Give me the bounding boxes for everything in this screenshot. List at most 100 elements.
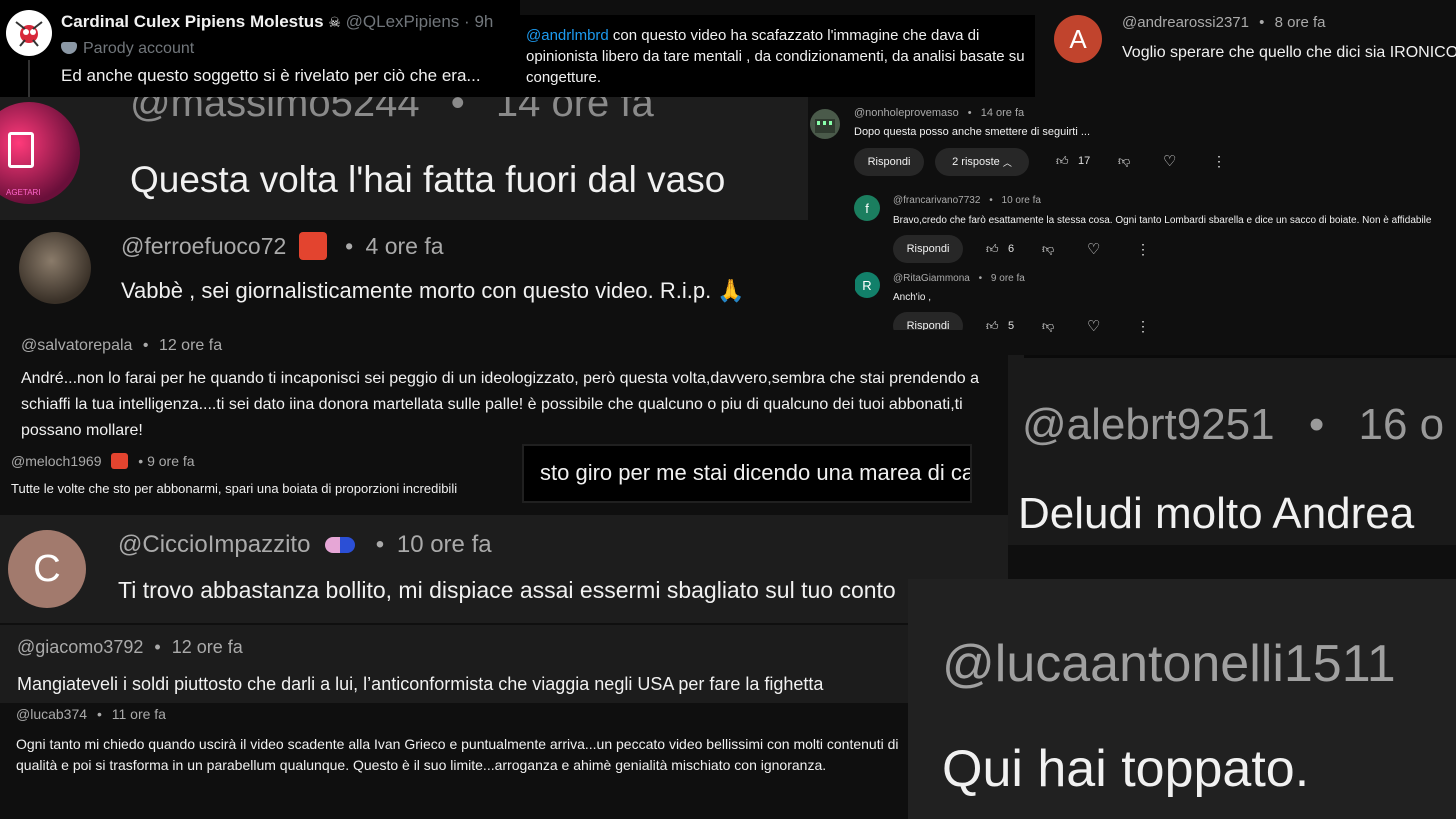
thumbs-up-icon[interactable]: 👍︎ [1056,154,1069,169]
comment-time[interactable]: 14 ore fa [981,107,1024,119]
tweet-text: Ed anche questo soggetto si è rivelato p… [61,66,481,85]
speech-bubbles-icon [325,537,356,553]
comment-salvatore: @salvatorepala • 12 ore fa André...non l… [0,330,1022,442]
separator: • [978,273,983,284]
comment-time[interactable]: 12 ore fa [159,337,222,354]
comment-text: Bravo,credo che farò esattamente la stes… [893,215,1432,226]
comment-handle[interactable]: @lucab374 [16,706,87,722]
comment-massimo: AGETARI @massimo5244 • 14 ore fa Questa … [0,97,808,230]
comment-text: Ogni tanto mi chiedo quando uscirà il vi… [16,736,899,773]
comment-handle[interactable]: @nonholeprovemaso [854,107,959,119]
chevron-up-icon: ︿ [1002,157,1012,168]
comment-time[interactable]: 9 ore fa [991,273,1025,284]
comment-giro: sto giro per me stai dicendo una marea d… [522,444,972,503]
avatar[interactable]: f [854,195,880,221]
parody-badge: Parody account [83,40,195,57]
more-options-icon[interactable]: ⋮ [1212,153,1226,170]
building-icon [815,119,835,133]
comment-handle[interactable]: @RitaGiammona [893,273,970,284]
comment-handle[interactable]: @salvatorepala [21,337,132,354]
comment-handle[interactable]: @ferroefuoco72 [121,233,286,259]
comment-handle[interactable]: @meloch1969 [11,453,102,469]
comment-text: Ti trovo abbastanza bollito, mi dispiace… [118,577,896,603]
comment-thread: @nonholeprovemaso • 14 ore fa Dopo quest… [808,97,1456,353]
reply-button[interactable]: Rispondi [854,148,924,176]
comment-alebrt: @alebrt9251 • 16 o Deludi molto Andrea [1008,355,1456,579]
comment-meloch: @meloch1969 • 9 ore fa Tutte le volte ch… [0,444,520,506]
comment-handle[interactable]: @lucaantonelli1511 [942,634,1396,694]
heart-icon[interactable]: ♡ [1163,152,1176,170]
comment-handle[interactable]: @massimo5244 [130,97,420,125]
avatar[interactable]: C [8,530,86,608]
comment-lucaantonelli: @lucaantonelli1511 Qui hai toppato. [908,579,1456,819]
more-options-icon[interactable]: ⋮ [1136,241,1150,258]
avatar-frame [8,132,34,168]
comment-handle[interactable]: @alebrt9251 [1022,400,1275,449]
comment-time[interactable]: 10 ore fa [1002,195,1041,206]
more-options-icon[interactable]: ⋮ [1136,318,1150,335]
comment-text: Vabbè , sei giornalisticamente morto con… [121,278,745,303]
replies-toggle[interactable]: 2 risposte ︿ [935,148,1029,176]
comment-handle[interactable]: @francarivano7732 [893,195,980,206]
member-badge-icon [298,232,327,260]
top-divider [1024,355,1456,358]
comment-time[interactable]: 9 ore fa [147,453,194,469]
separator: • [375,531,385,558]
replies-count: 2 risposte [952,156,1000,168]
comment-time[interactable]: 4 ore fa [366,233,444,259]
mention-link[interactable]: @andrlmbrd [526,27,609,44]
comment-time[interactable]: 8 ore fa [1275,14,1326,31]
tweet-avatar[interactable] [6,10,52,56]
thumbs-down-icon[interactable]: 👎︎ [1118,154,1130,169]
like-count: 6 [1008,243,1015,255]
separator: • [142,337,149,354]
avatar[interactable]: AGETARI [0,102,80,204]
thumbs-up-icon[interactable]: 👍︎ [986,242,999,257]
mask-icon [61,42,77,54]
separator: • [989,195,993,206]
tweet-separator: · [464,12,470,31]
avatar[interactable] [19,232,91,304]
comment-text: Mangiateveli i soldi piuttosto che darli… [17,674,824,694]
comment-text: André...non lo farai per he quando ti in… [21,370,979,439]
comment-time[interactable]: 12 ore fa [172,637,243,657]
comment-ferro: @ferroefuoco72 • 4 ore fa Vabbè , sei gi… [0,220,855,330]
reply-button[interactable]: Rispondi [893,235,963,263]
comment-time[interactable]: 16 o [1359,400,1445,449]
heart-icon[interactable]: ♡ [1087,317,1100,335]
heart-icon[interactable]: ♡ [1087,240,1100,258]
tweet-author-name[interactable]: Cardinal Culex Pipiens Molestus [61,12,324,31]
comment-text: Voglio sperare che quello che dici sia I… [1122,44,1456,61]
separator: • [1308,400,1325,449]
comment-text: sto giro per me stai dicendo una marea d… [540,460,972,485]
separator: • [1259,14,1265,31]
comment-lucab: @lucab374 • 11 ore fa Ogni tanto mi chie… [0,703,935,806]
comment-text: Deludi molto Andrea [1018,489,1415,538]
comment-handle[interactable]: @andrearossi2371 [1122,14,1249,31]
comment-text: Qui hai toppato. [942,740,1310,798]
separator: • [138,453,144,469]
thumbs-down-icon[interactable]: 👎︎ [1042,319,1054,334]
separator: • [450,97,465,125]
member-badge-icon [111,453,129,469]
avatar[interactable]: A [1054,15,1102,63]
separator: • [967,107,972,119]
reply-andrl-panel: @andrlmbrd con questo video ha scafazzat… [520,15,1035,97]
thumbs-down-icon[interactable]: 👎︎ [1042,242,1054,257]
tweet-time[interactable]: 9h [474,12,493,31]
comment-time[interactable]: 11 ore fa [112,706,166,722]
avatar[interactable] [810,109,840,139]
avatar[interactable]: R [854,272,880,298]
comment-text: Tutte le volte che sto per abbonarmi, sp… [11,481,458,496]
like-count: 17 [1078,155,1091,167]
comment-text: Dopo questa posso anche smettere di segu… [854,126,1091,138]
comment-giacomo: @giacomo3792 • 12 ore fa Mangiateveli i … [0,625,908,703]
tweet-handle[interactable]: @QLexPipiens [346,12,460,31]
separator: • [154,637,161,657]
skull-icon: ☠ [328,14,341,30]
comment-time[interactable]: 10 ore fa [397,531,492,558]
comment-handle[interactable]: @giacomo3792 [17,637,143,657]
comment-handle[interactable]: @CiccioImpazzito [118,531,310,558]
comment-time[interactable]: 14 ore fa [496,97,654,125]
comment-ciccio: C @CiccioImpazzito • 10 ore fa Ti trovo … [0,515,1008,623]
